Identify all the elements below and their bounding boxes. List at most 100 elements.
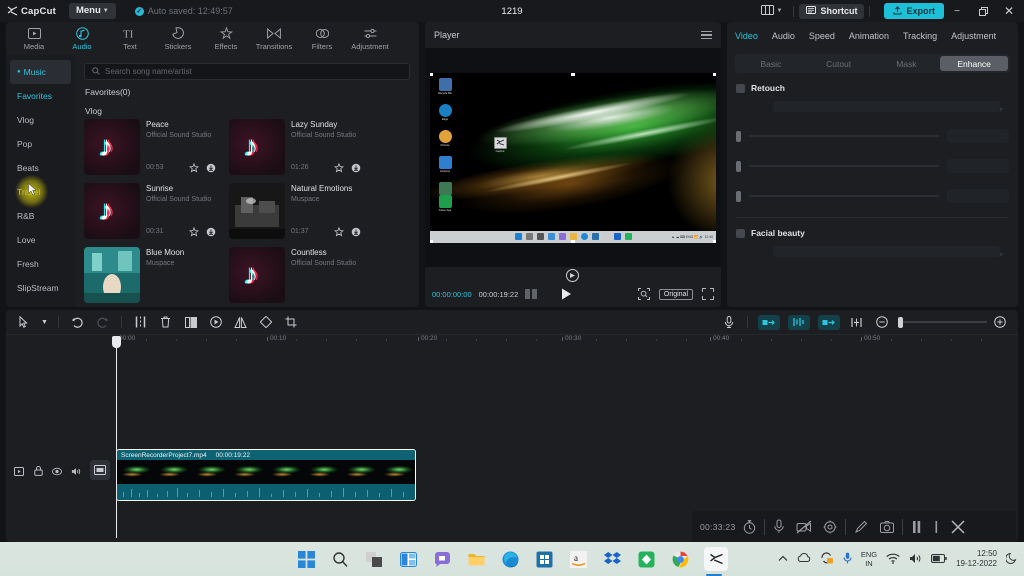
slider-track[interactable] xyxy=(749,195,939,197)
auto-sync-icon[interactable] xyxy=(788,314,810,330)
volume-icon[interactable] xyxy=(909,553,922,566)
retouch-checkbox[interactable] xyxy=(736,83,745,93)
maximize-button[interactable] xyxy=(970,0,996,22)
list-item[interactable]: ♪ ♪ ♪ Countless Official Sound Studio xyxy=(229,247,361,303)
facial-beauty-checkbox[interactable] xyxy=(736,228,745,238)
delete-icon[interactable] xyxy=(153,310,178,334)
clock[interactable]: 12:50 19-12-2022 xyxy=(956,549,997,569)
chevron-down-icon[interactable]: ▼ xyxy=(37,310,52,334)
frames-icon[interactable] xyxy=(525,289,538,299)
task-view-icon[interactable] xyxy=(364,549,384,569)
speaker-icon[interactable] xyxy=(71,466,81,476)
zoom-out-icon[interactable] xyxy=(869,310,894,334)
capcut-taskbar-icon[interactable] xyxy=(704,547,728,576)
zoom-slider[interactable] xyxy=(898,316,987,328)
facial-beauty-dropdown[interactable]: ▾ xyxy=(727,246,1018,266)
file-explorer-icon[interactable] xyxy=(466,549,486,569)
sidebar-item-travel[interactable]: Travel xyxy=(6,180,75,204)
undo-icon[interactable] xyxy=(65,310,90,334)
slider-track[interactable] xyxy=(749,135,939,137)
play-button[interactable] xyxy=(561,288,572,300)
start-icon[interactable] xyxy=(296,549,316,569)
stop-icon[interactable] xyxy=(933,520,939,534)
list-item[interactable]: ♪ ♪ ♪ Sunrise Official Sound Studio 00:31 xyxy=(84,183,216,239)
tab-adjustment[interactable]: Adjustment xyxy=(951,31,996,41)
video-track-icon[interactable] xyxy=(14,466,24,476)
main-track-icon[interactable] xyxy=(90,460,110,480)
moon-icon[interactable] xyxy=(1005,552,1018,566)
rotate-icon[interactable] xyxy=(253,310,278,334)
microphone-icon[interactable] xyxy=(716,310,741,334)
text-to-audio-icon[interactable] xyxy=(818,314,840,330)
playhead[interactable] xyxy=(112,336,121,538)
camera-off-icon[interactable] xyxy=(796,520,812,534)
split-link-icon[interactable] xyxy=(844,310,869,334)
edge-icon[interactable] xyxy=(500,549,520,569)
subtab-cutout[interactable]: Cutout xyxy=(805,56,873,71)
zoom-in-icon[interactable] xyxy=(987,310,1012,334)
select-arrow-icon[interactable] xyxy=(12,310,37,334)
star-icon[interactable] xyxy=(188,162,199,173)
mirror-icon[interactable] xyxy=(228,310,253,334)
retouch-slider-2[interactable] xyxy=(736,151,1009,181)
eye-icon[interactable] xyxy=(52,466,62,476)
tab-video[interactable]: Video xyxy=(735,31,758,41)
lock-icon[interactable] xyxy=(33,466,43,476)
amazon-icon[interactable]: a xyxy=(568,549,588,569)
tab-effects[interactable]: Effects xyxy=(202,22,250,55)
tab-stickers[interactable]: Stickers xyxy=(154,22,202,55)
tab-audio[interactable]: Audio xyxy=(58,22,106,55)
fullscreen-icon[interactable] xyxy=(702,288,714,300)
minimize-button[interactable]: − xyxy=(944,0,970,22)
download-icon[interactable] xyxy=(205,226,216,237)
tab-text[interactable]: TI Text xyxy=(106,22,154,55)
chevron-up-icon[interactable] xyxy=(778,555,788,564)
sidebar-item-slipstream[interactable]: SlipStream xyxy=(6,276,75,300)
split-icon[interactable] xyxy=(128,310,153,334)
sidebar-item-pop[interactable]: Pop xyxy=(6,132,75,156)
tab-transitions[interactable]: Transitions xyxy=(250,22,298,55)
reverse-icon[interactable] xyxy=(203,310,228,334)
list-item[interactable]: ♪ ♪ ♪ Lazy Sunday Official Sound Studio 01… xyxy=(229,119,361,175)
sidebar-item-rnb[interactable]: R&B xyxy=(6,204,75,228)
slider-value-field[interactable] xyxy=(947,159,1009,173)
star-icon[interactable] xyxy=(188,226,199,237)
dropbox-icon[interactable] xyxy=(602,549,622,569)
stopwatch-icon[interactable] xyxy=(743,519,756,534)
video-preview[interactable]: Recycle Bin Edge Chrome Antivirus Green … xyxy=(430,72,716,243)
battery-icon[interactable] xyxy=(931,553,947,565)
settings-gear-icon[interactable] xyxy=(823,520,837,534)
freeze-icon[interactable] xyxy=(178,310,203,334)
retouch-slider-3[interactable] xyxy=(736,181,1009,211)
widgets-icon[interactable] xyxy=(398,549,418,569)
slider-handle[interactable] xyxy=(736,130,741,142)
star-icon[interactable] xyxy=(333,226,344,237)
pencil-icon[interactable] xyxy=(854,520,868,534)
crop-icon[interactable] xyxy=(278,310,303,334)
slider-handle[interactable] xyxy=(736,160,741,172)
tab-animation[interactable]: Animation xyxy=(849,31,889,41)
slider-value-field[interactable] xyxy=(947,129,1009,143)
close-icon[interactable] xyxy=(950,519,966,535)
aspect-ratio-button[interactable]: Original xyxy=(658,288,693,300)
sidebar-item-favorites[interactable]: Favorites xyxy=(6,84,75,108)
sync-icon[interactable] xyxy=(820,552,834,566)
tab-speed[interactable]: Speed xyxy=(809,31,835,41)
subtab-basic[interactable]: Basic xyxy=(737,56,805,71)
download-icon[interactable] xyxy=(350,162,361,173)
tab-filters[interactable]: Filters xyxy=(298,22,346,55)
search-input[interactable]: Search song name/artist xyxy=(84,63,410,80)
retouch-slider-1[interactable] xyxy=(736,121,1009,151)
list-item[interactable]: Natural Emotions Muspace 01:37 xyxy=(229,183,361,239)
slider-track[interactable] xyxy=(749,165,939,167)
retouch-dropdown[interactable]: ▾ xyxy=(727,101,1018,121)
chat-icon[interactable] xyxy=(432,549,452,569)
sidebar-item-fresh[interactable]: Fresh xyxy=(6,252,75,276)
tab-adjustment[interactable]: Adjustment xyxy=(346,22,394,55)
star-icon[interactable] xyxy=(333,162,344,173)
sidebar-item-vlog[interactable]: Vlog xyxy=(6,108,75,132)
timeline-ruler[interactable]: 00:00 00:10 00:20 00:30 00:40 00:50 xyxy=(6,334,1018,348)
download-icon[interactable] xyxy=(350,226,361,237)
microphone-icon[interactable] xyxy=(843,552,852,566)
microphone-icon[interactable] xyxy=(773,519,785,534)
